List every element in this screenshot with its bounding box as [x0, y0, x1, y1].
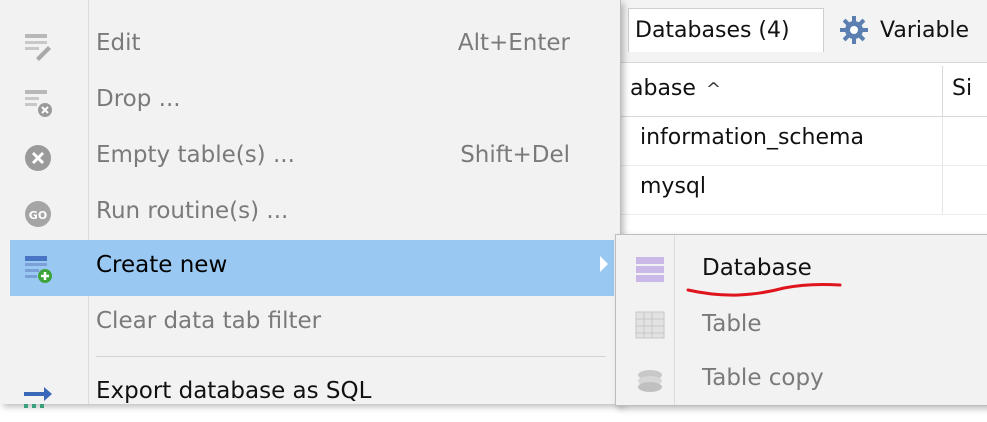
- menu-item-export-sql[interactable]: Export database as SQL: [10, 366, 614, 422]
- drop-table-icon: [25, 90, 52, 117]
- menu-item-empty-tables[interactable]: Empty table(s) ... Shift+Del: [10, 130, 614, 186]
- column-header-size[interactable]: Si: [952, 76, 972, 101]
- database-icon: [636, 257, 664, 282]
- submenu-item-table-copy[interactable]: Table copy: [620, 351, 984, 407]
- database-name-cell: mysql: [640, 174, 706, 199]
- gear-icon: [840, 16, 868, 44]
- grid-header: abase ^ Si: [620, 66, 987, 117]
- tab-bar: Databases (4) Variable: [620, 0, 987, 63]
- red-underline-annotation: [686, 282, 842, 297]
- tab-databases[interactable]: Databases (4): [628, 8, 824, 52]
- menu-item-label: Empty table(s) ...: [96, 142, 295, 168]
- create-new-submenu: Database Table Table copy: [615, 234, 987, 406]
- submenu-item-label: Table: [702, 311, 762, 337]
- run-routine-icon: GO: [25, 201, 51, 227]
- database-name-cell: information_schema: [640, 125, 864, 150]
- submenu-arrow-icon: [600, 256, 608, 272]
- tab-variables-label: Variable: [880, 17, 970, 43]
- table-row[interactable]: information_schema: [620, 117, 987, 166]
- menu-item-label: Export database as SQL: [96, 378, 372, 404]
- cell-divider: [942, 166, 943, 214]
- menu-item-shortcut: Shift+Del: [460, 142, 570, 168]
- table-icon: [635, 311, 665, 339]
- context-menu: Edit Alt+Enter Drop ... Empty table(s) .…: [0, 0, 621, 408]
- menu-item-shortcut: Alt+Enter: [457, 30, 570, 56]
- column-divider: [942, 66, 943, 116]
- submenu-item-label: Table copy: [702, 365, 824, 391]
- submenu-item-table[interactable]: Table: [620, 297, 984, 353]
- empty-table-icon: [25, 145, 51, 171]
- table-copy-icon: [638, 370, 662, 392]
- menu-item-label: Run routine(s) ...: [96, 198, 289, 224]
- create-new-icon: [25, 256, 52, 283]
- menu-separator: [96, 356, 606, 357]
- menu-item-edit[interactable]: Edit Alt+Enter: [10, 18, 614, 74]
- menu-item-label: Drop ...: [96, 86, 181, 112]
- menu-item-run-routines[interactable]: GO Run routine(s) ...: [10, 186, 614, 242]
- menu-item-drop[interactable]: Drop ...: [10, 74, 614, 130]
- menu-item-label: Clear data tab filter: [96, 308, 322, 334]
- menu-item-clear-filter[interactable]: Clear data tab filter: [10, 296, 614, 352]
- menu-item-create-new[interactable]: Create new: [10, 240, 614, 296]
- tab-variables[interactable]: Variable: [830, 8, 987, 52]
- table-row[interactable]: mysql: [620, 166, 987, 215]
- sort-ascending-icon: ^: [705, 79, 722, 100]
- export-icon: [24, 387, 52, 408]
- cell-divider: [942, 117, 943, 165]
- edit-icon: [25, 34, 51, 61]
- svg-text:GO: GO: [29, 209, 47, 222]
- column-header-database[interactable]: abase ^: [630, 76, 721, 101]
- menu-item-label: Edit: [96, 30, 141, 56]
- tab-databases-label: Databases (4): [635, 18, 790, 43]
- menu-item-label: Create new: [96, 252, 228, 278]
